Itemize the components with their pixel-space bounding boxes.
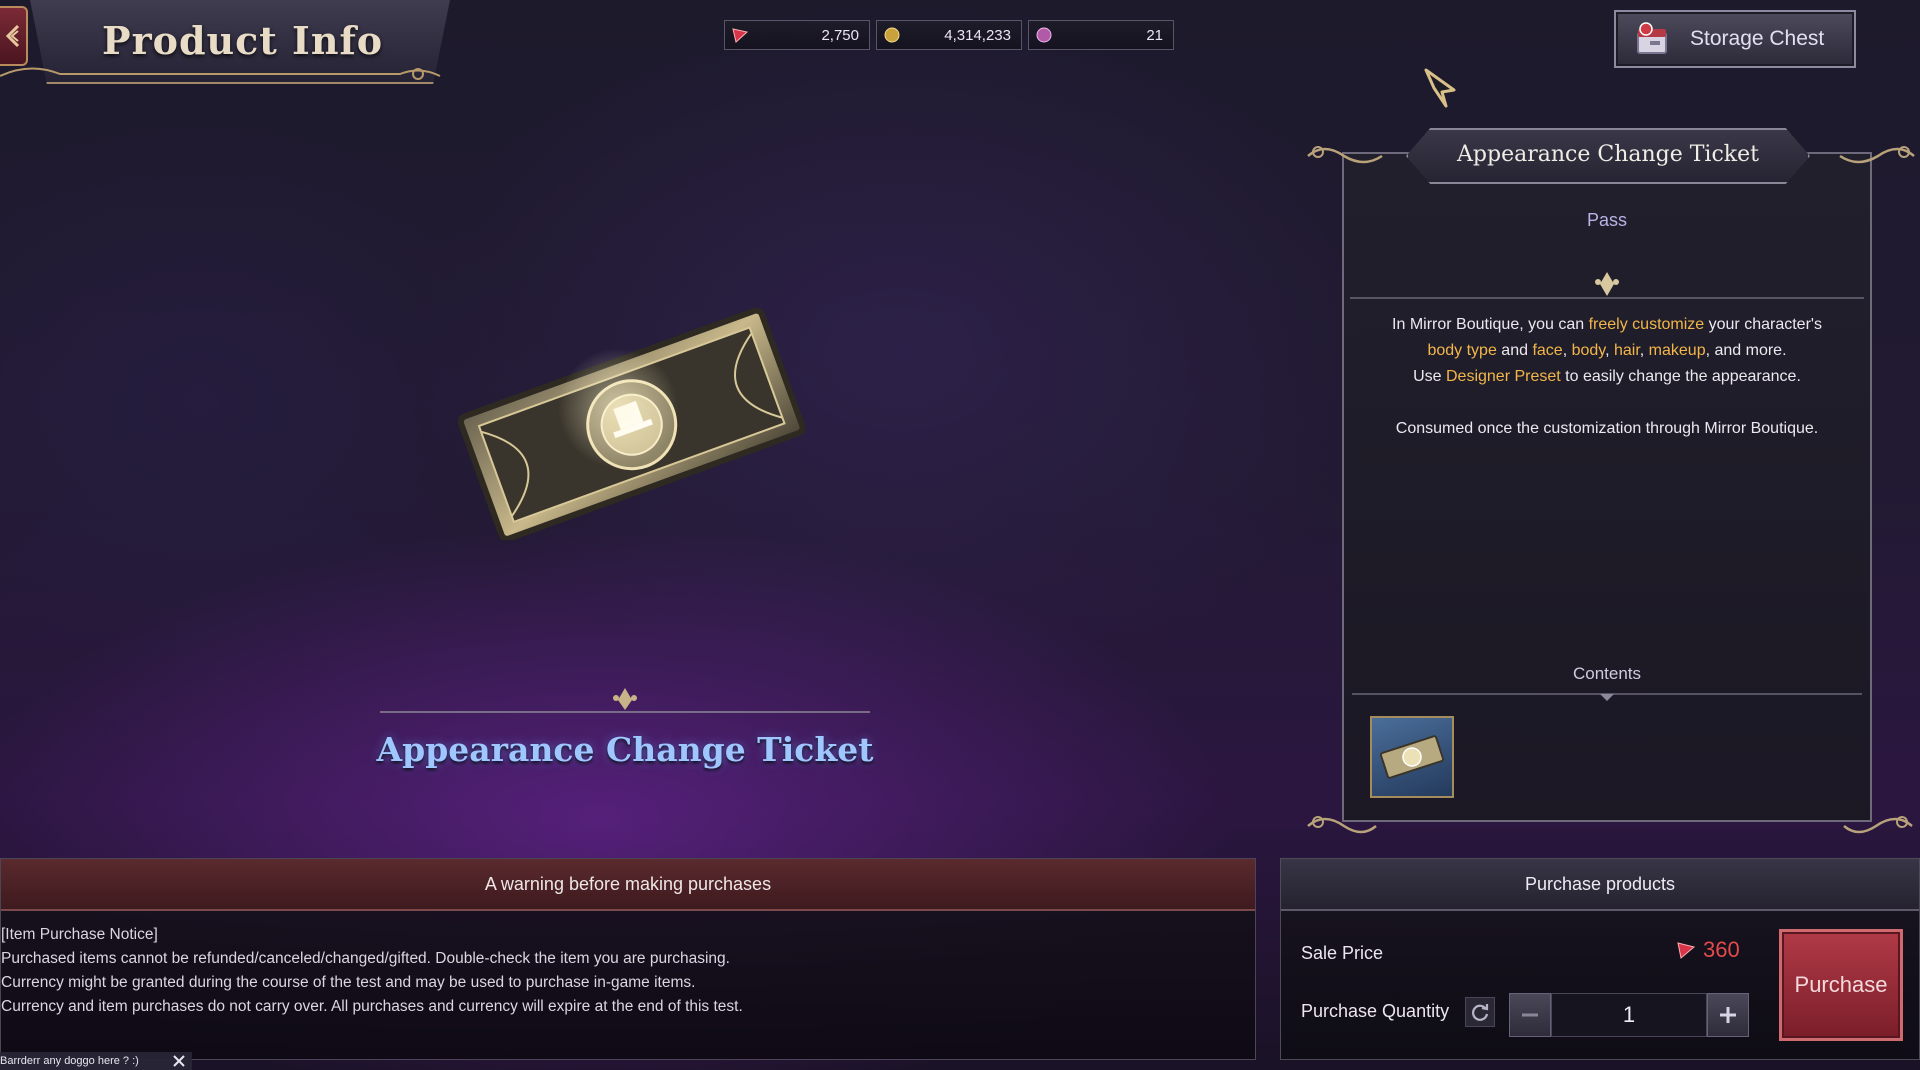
desc-text: , and more.	[1705, 342, 1787, 359]
desc-text: to easily change the appearance.	[1560, 368, 1801, 385]
desc-text: ,	[1639, 342, 1649, 359]
item-category: Pass	[1586, 210, 1628, 230]
minus-icon	[1522, 1013, 1538, 1017]
currency-value: 2,750	[821, 26, 859, 44]
panel-ornament-bottom-right	[1843, 816, 1913, 834]
sale-price-value: 360	[1703, 937, 1740, 962]
currency-value: 21	[1146, 26, 1163, 44]
sale-price: 360	[1675, 937, 1740, 963]
plus-icon	[1720, 1007, 1736, 1023]
storage-chest-icon	[1637, 22, 1667, 54]
purple-orb-icon	[1036, 27, 1052, 43]
refresh-icon	[1472, 1004, 1489, 1021]
quantity-reset-button[interactable]	[1465, 997, 1495, 1027]
red-gem-icon	[1677, 942, 1696, 959]
product-name: Appearance Change Ticket	[376, 730, 874, 769]
desc-text: ,	[1562, 342, 1572, 359]
currency-bar: 2,750 4,314,233 21	[724, 20, 1174, 50]
desc-highlight: face	[1532, 342, 1563, 359]
description-line: body type and face, body, hair, makeup, …	[1372, 338, 1842, 364]
warning-line: Purchased items cannot be refunded/cance…	[1, 950, 730, 967]
contents-divider	[1352, 693, 1862, 701]
purchase-quantity-label: Purchase Quantity	[1301, 1001, 1450, 1021]
currency-value: 4,314,233	[944, 26, 1011, 44]
back-button[interactable]	[0, 6, 28, 66]
quantity-decrease-button[interactable]	[1509, 993, 1551, 1037]
quantity-increase-button[interactable]	[1707, 993, 1749, 1037]
desc-highlight: body	[1571, 342, 1606, 359]
quantity-input[interactable]	[1551, 993, 1707, 1037]
desc-text: ,	[1605, 342, 1614, 359]
name-divider	[380, 688, 870, 713]
warning-line: Currency and item purchases do not carry…	[1, 998, 743, 1015]
desc-highlight: makeup	[1648, 342, 1706, 359]
title-flourish	[0, 67, 441, 80]
desc-highlight: Designer Preset	[1446, 368, 1561, 385]
warning-line: Currency might be granted during the cou…	[1, 974, 696, 991]
panel-ornament-bottom-left	[1307, 816, 1377, 834]
currency-purple: 21	[1028, 20, 1174, 50]
contents-label: Contents	[1572, 664, 1642, 683]
description-line: In Mirror Boutique, you can freely custo…	[1372, 312, 1842, 338]
red-gem-icon	[732, 28, 749, 43]
description-line: Consumed once the customization through …	[1395, 420, 1819, 437]
back-arrow-icon	[5, 24, 20, 48]
ticket-thumbnail-icon	[1379, 735, 1445, 779]
gold-coin-icon	[884, 27, 900, 43]
desc-highlight: body type	[1427, 342, 1497, 359]
warning-line: [Item Purchase Notice]	[1, 926, 158, 943]
desc-highlight: freely customize	[1588, 316, 1705, 333]
warning-body[interactable]: [Item Purchase Notice] Purchased items c…	[1, 911, 1255, 1019]
page-title: Product Info	[102, 18, 384, 63]
header-ornament-left	[1307, 146, 1383, 164]
header-ornament-right	[1839, 146, 1915, 164]
content-item-slot[interactable]	[1370, 716, 1454, 798]
desc-text: and	[1496, 342, 1533, 359]
close-icon[interactable]	[172, 1054, 186, 1068]
purchase-warning-box: A warning before making purchases [Item …	[0, 858, 1256, 1060]
desc-text: your character's	[1704, 316, 1822, 333]
ticket-image	[457, 307, 806, 540]
currency-gold: 4,314,233	[876, 20, 1022, 50]
storage-chest-label: Storage Chest	[1690, 27, 1825, 50]
item-description: In Mirror Boutique, you can freely custo…	[1372, 312, 1842, 442]
chat-message: Barrderr any doggo here ? :)	[0, 1055, 139, 1067]
chat-message-strip: Barrderr any doggo here ? :)	[0, 1052, 192, 1070]
desc-text: Use	[1413, 368, 1446, 385]
cursor-icon	[1424, 68, 1456, 108]
purchase-button[interactable]: Purchase	[1779, 929, 1903, 1041]
storage-chest-button[interactable]: Storage Chest	[1614, 10, 1856, 68]
purchase-box: Purchase products Sale Price 360 Purchas…	[1280, 858, 1920, 1060]
description-line: Use Designer Preset to easily change the…	[1372, 364, 1842, 390]
sale-price-label: Sale Price	[1301, 943, 1384, 963]
purchase-title: Purchase products	[1281, 859, 1919, 911]
desc-highlight: hair	[1613, 342, 1640, 359]
description-divider	[1350, 272, 1864, 299]
currency-red-gem: 2,750	[724, 20, 870, 50]
info-title: Appearance Change Ticket	[1457, 142, 1759, 167]
desc-text: In Mirror Boutique, you can	[1392, 316, 1589, 333]
warning-title: A warning before making purchases	[1, 859, 1255, 911]
